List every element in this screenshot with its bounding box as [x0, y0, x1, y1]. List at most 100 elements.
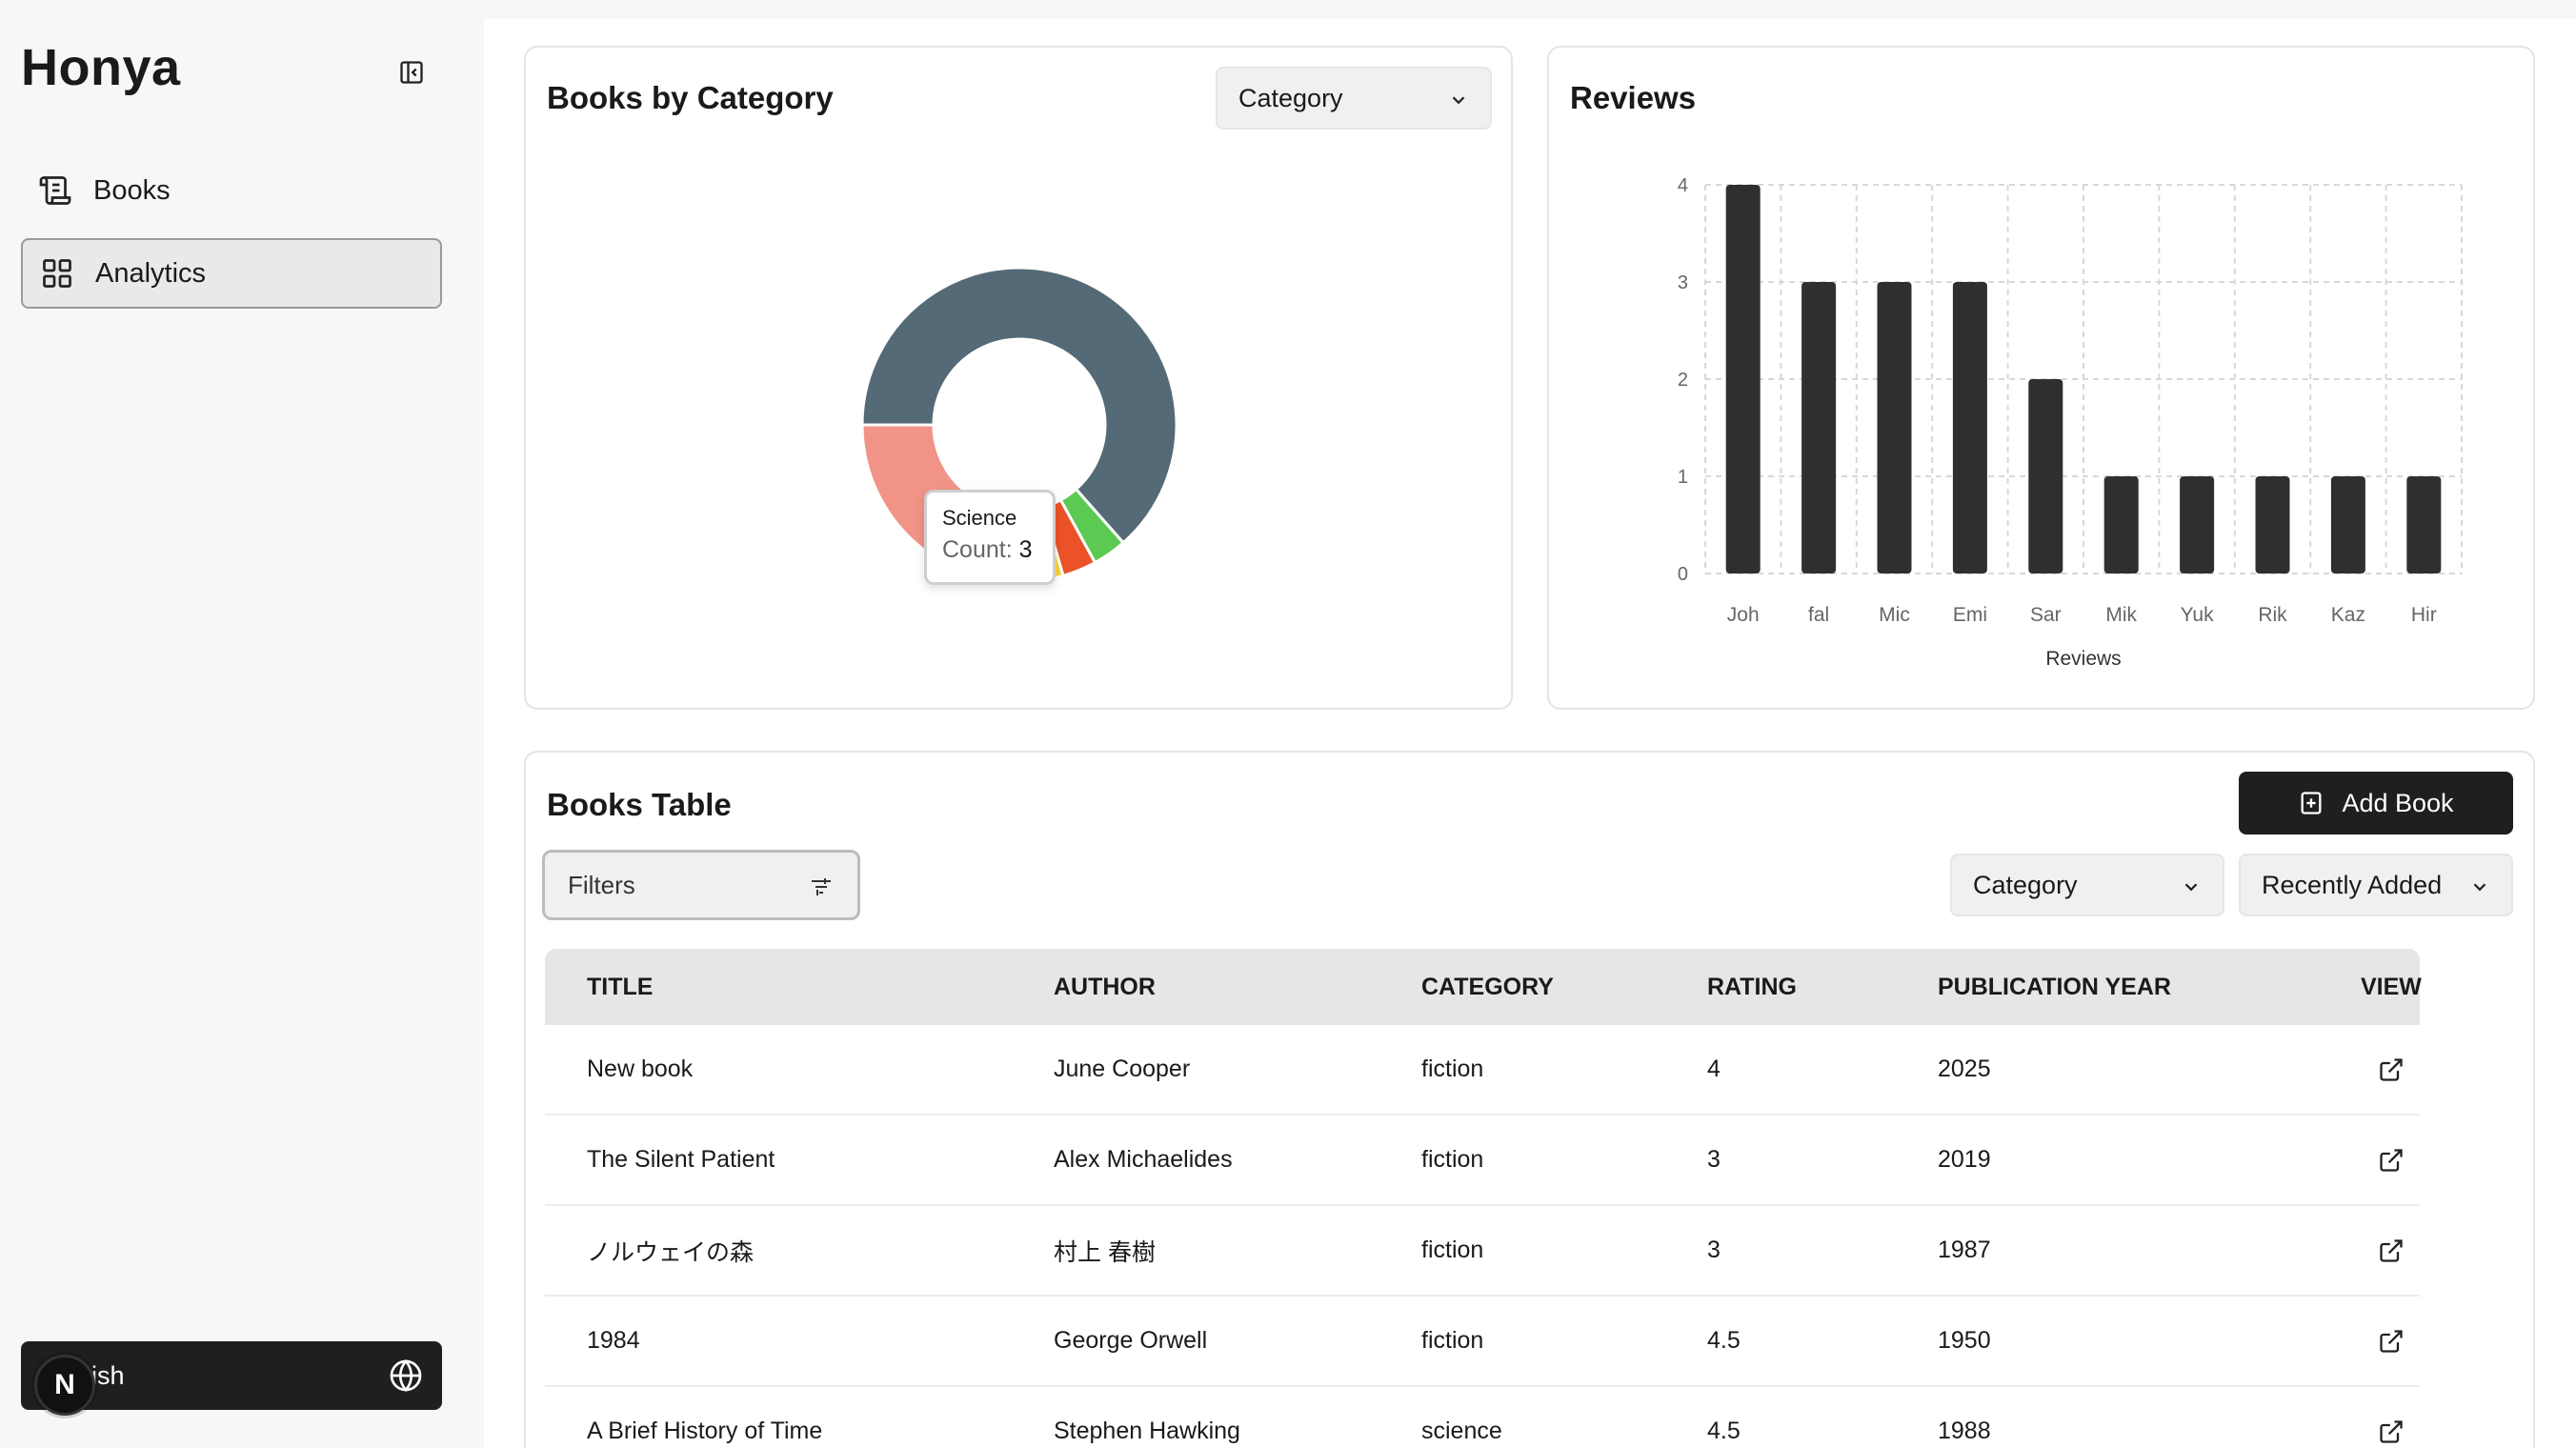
cell-author: June Cooper — [1054, 1056, 1191, 1082]
bar[interactable] — [1877, 282, 1912, 573]
category-chart-select[interactable]: Category — [1216, 67, 1492, 130]
cell-year: 1950 — [1938, 1327, 1991, 1354]
avatar[interactable]: N — [34, 1355, 95, 1416]
cell-title: 1984 — [587, 1327, 640, 1354]
cell-category: fiction — [1421, 1327, 1484, 1354]
table-card-title: Books Table — [547, 787, 732, 822]
filters-label: Filters — [568, 870, 635, 899]
column-header-publication-year[interactable]: PUBLICATION YEAR — [1938, 974, 2171, 1001]
sort-select-value: Recently Added — [2262, 870, 2443, 899]
globe-icon — [390, 1358, 422, 1393]
y-tick-label: 2 — [1678, 370, 1688, 391]
table-header: TITLE AUTHOR CATEGORY RATING PUBLICATION… — [545, 949, 2422, 1025]
cell-year: 2025 — [1938, 1056, 1991, 1082]
chevron-down-icon — [2184, 883, 2198, 892]
external-link-icon[interactable] — [2378, 1328, 2405, 1361]
table-row: The Silent Patient Alex Michaelides fictio… — [545, 1116, 2420, 1206]
sidebar: Honya Books Analytics ish N — [0, 0, 484, 1448]
cell-title: ノルウェイの森 — [587, 1238, 755, 1266]
column-header-category[interactable]: CATEGORY — [1421, 974, 1554, 1001]
bar[interactable] — [1725, 185, 1761, 573]
tooltip-category: Science — [942, 506, 1017, 530]
donut-card-title: Books by Category — [547, 80, 834, 115]
x-tick-label: Mik — [2105, 604, 2137, 626]
bar[interactable] — [2330, 476, 2365, 573]
bar[interactable] — [2255, 476, 2290, 573]
category-chart-select-value: Category — [1238, 83, 1343, 112]
category-filter-select[interactable]: Category — [1950, 854, 2224, 916]
filter-sliders-icon — [812, 878, 831, 895]
x-tick-label: fal — [1808, 604, 1829, 626]
table-row: New book June Cooper fiction 4 2025 — [545, 1025, 2420, 1116]
external-link-icon[interactable] — [2378, 1418, 2405, 1448]
app-title: Honya — [21, 39, 181, 96]
bar[interactable] — [2180, 476, 2215, 573]
bar[interactable] — [2406, 476, 2442, 573]
y-tick-label: 0 — [1678, 564, 1688, 585]
cell-title: A Brief History of Time — [587, 1418, 823, 1444]
external-link-icon[interactable] — [2378, 1237, 2405, 1271]
books-table: TITLE AUTHOR CATEGORY RATING PUBLICATION… — [545, 949, 2422, 1448]
sidebar-item-label: Books — [93, 174, 171, 206]
sidebar-item-analytics[interactable]: Analytics — [21, 238, 442, 309]
external-link-icon[interactable] — [2378, 1056, 2405, 1090]
cell-author: Stephen Hawking — [1054, 1418, 1240, 1444]
column-header-author[interactable]: AUTHOR — [1054, 974, 1156, 1001]
cell-rating: 4.5 — [1707, 1327, 1741, 1354]
sidebar-item-books[interactable]: Books — [21, 155, 442, 226]
cell-rating: 3 — [1707, 1146, 1721, 1173]
x-axis-label: Reviews — [2045, 648, 2121, 670]
cell-author: George Orwell — [1054, 1327, 1208, 1354]
column-header-rating[interactable]: RATING — [1707, 974, 1797, 1001]
add-square-icon — [2301, 792, 2322, 814]
chevron-down-icon — [1452, 96, 1465, 105]
x-tick-label: Rik — [2258, 604, 2287, 626]
add-book-label: Add Book — [2342, 788, 2454, 817]
language-label: ish — [91, 1360, 125, 1390]
x-tick-label: Emi — [1953, 604, 1987, 626]
bar[interactable] — [2103, 476, 2139, 573]
table-row: 1984 George Orwell fiction 4.5 1950 — [545, 1297, 2420, 1387]
book-scroll-icon — [34, 170, 76, 211]
table-row: A Brief History of Time Stephen Hawking sc… — [545, 1387, 2420, 1448]
reviews-card-title: Reviews — [1570, 80, 1697, 115]
table-body: New book June Cooper fiction 4 2025 The Silen… — [545, 1025, 2420, 1448]
cell-author: Alex Michaelides — [1054, 1146, 1233, 1173]
y-tick-label: 4 — [1678, 175, 1688, 196]
cell-year: 2019 — [1938, 1146, 1991, 1173]
add-book-button[interactable]: Add Book — [2239, 772, 2513, 835]
cell-author: 村上 春樹 — [1054, 1238, 1156, 1266]
chart-tooltip: Science Count: 3 — [924, 490, 1056, 585]
cell-rating: 3 — [1707, 1237, 1721, 1263]
y-tick-label: 3 — [1678, 272, 1688, 293]
sort-select[interactable]: Recently Added — [2239, 854, 2513, 916]
cell-year: 1987 — [1938, 1237, 1991, 1263]
cell-category: fiction — [1421, 1146, 1484, 1173]
external-link-icon[interactable] — [2378, 1147, 2405, 1180]
bar[interactable] — [1801, 282, 1837, 573]
x-tick-label: Kaz — [2331, 604, 2365, 626]
column-header-view: VIEW — [2361, 973, 2422, 1000]
reviews-bar-chart: 0 1 2 3 4 Joh fal Mic Emi Sar Mik Yuk Rik Kaz Hir Revie… — [1678, 175, 2463, 670]
cell-category: fiction — [1421, 1056, 1484, 1082]
cell-year: 1988 — [1938, 1418, 1991, 1444]
cell-rating: 4 — [1707, 1056, 1721, 1082]
bar[interactable] — [2028, 379, 2063, 573]
chevron-down-icon — [2473, 883, 2486, 892]
cell-title: New book — [587, 1056, 694, 1082]
dashboard-icon — [36, 252, 78, 294]
bar[interactable] — [1952, 282, 1987, 573]
cell-category: fiction — [1421, 1237, 1484, 1263]
column-header-title[interactable]: TITLE — [587, 974, 653, 1001]
x-tick-label: Joh — [1727, 604, 1760, 626]
y-tick-label: 1 — [1678, 467, 1688, 488]
sidebar-collapse-icon[interactable] — [392, 53, 431, 91]
filters-button[interactable]: Filters — [542, 850, 860, 920]
table-row: ノルウェイの森 村上 春樹 fiction 3 1987 — [545, 1206, 2420, 1297]
cell-rating: 4.5 — [1707, 1418, 1741, 1444]
category-filter-value: Category — [1973, 870, 2078, 899]
x-tick-label: Yuk — [2181, 604, 2215, 626]
sidebar-item-label: Analytics — [95, 257, 207, 289]
cell-title: The Silent Patient — [587, 1146, 775, 1173]
cell-category: science — [1421, 1418, 1502, 1444]
